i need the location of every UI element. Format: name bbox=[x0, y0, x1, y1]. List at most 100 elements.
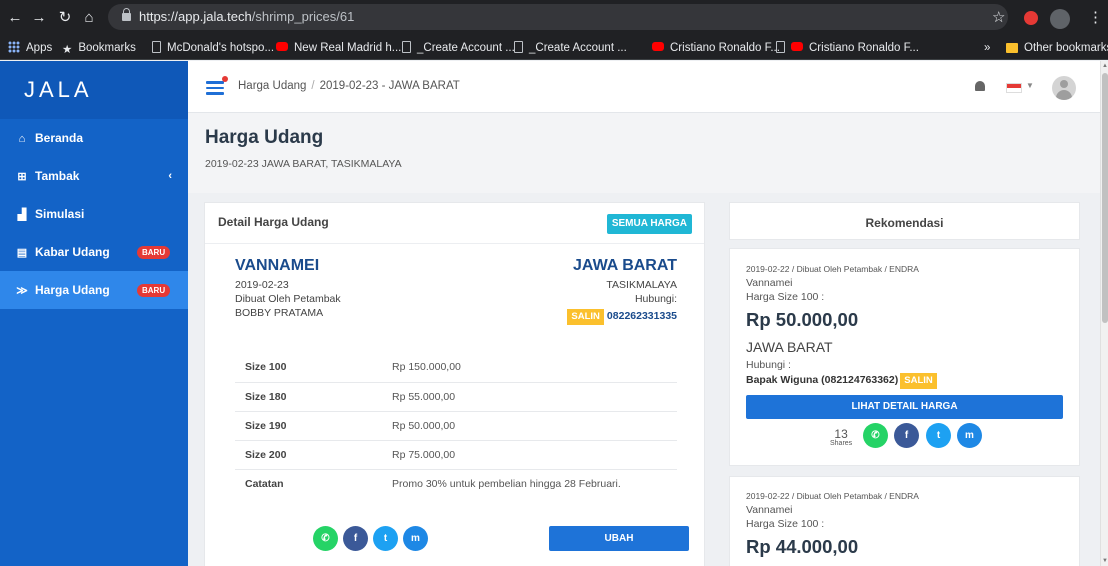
back-arrow-icon[interactable]: ← bbox=[4, 0, 26, 36]
recommendation-header: Rekomendasi bbox=[729, 202, 1080, 240]
extension-icon[interactable] bbox=[1024, 11, 1038, 25]
shares-counter: 13 Shares bbox=[830, 428, 852, 448]
bookmarks-overflow[interactable]: » bbox=[984, 36, 990, 60]
browser-menu-icon[interactable]: ⋮ bbox=[1088, 0, 1103, 36]
bookmark-apps[interactable]: Apps bbox=[8, 36, 52, 60]
sidebar-item-simulasi[interactable]: ▟ Simulasi bbox=[0, 195, 188, 233]
bell-icon[interactable] bbox=[975, 81, 985, 91]
rec-meta: 2019-02-22 / Dibuat Oleh Petambak / ENDR… bbox=[746, 491, 919, 501]
caret-down-icon[interactable]: ▼ bbox=[1026, 81, 1034, 90]
apps-icon bbox=[8, 41, 20, 53]
address-bar[interactable]: https://app.jala.tech/shrimp_prices/61 bbox=[108, 4, 1008, 30]
table-row: Size 190 Rp 50.000,00 bbox=[235, 411, 677, 441]
rec-meta: 2019-02-22 / Dibuat Oleh Petambak / ENDR… bbox=[746, 264, 919, 274]
sidebar-item-label: Simulasi bbox=[35, 207, 85, 221]
page-heading: Harga Udang 2019-02-23 JAWA BARAT, TASIK… bbox=[188, 113, 1100, 193]
shares-count: 13 bbox=[834, 427, 848, 441]
browser-toolbar: ← → ↻ ⌂ https://app.jala.tech/shrimp_pri… bbox=[0, 0, 1108, 36]
sidebar-item-label: Beranda bbox=[35, 131, 84, 145]
table-row: Size 100 Rp 150.000,00 bbox=[235, 353, 677, 383]
bookmark-real-madrid[interactable]: New Real Madrid h... bbox=[276, 36, 401, 60]
rec-region: JAWA BARAT bbox=[746, 339, 833, 355]
bookmark-bookmarks[interactable]: ★ Bookmarks bbox=[62, 36, 136, 60]
sidebar-item-kabar-udang[interactable]: ▤ Kabar Udang BARU bbox=[0, 233, 188, 271]
sidebar-item-label: Harga Udang bbox=[35, 283, 110, 297]
bookmark-cristiano-1[interactable]: Cristiano Ronaldo F... bbox=[652, 36, 780, 60]
size-price: Rp 55.000,00 bbox=[392, 382, 677, 412]
youtube-icon bbox=[652, 42, 664, 51]
all-prices-button[interactable]: SEMUA HARGA bbox=[606, 214, 692, 234]
reload-icon[interactable]: ↻ bbox=[54, 0, 76, 36]
bookmark-create-account-2[interactable]: _Create Account ... bbox=[514, 36, 627, 60]
city-name: TASIKMALAYA bbox=[606, 279, 677, 291]
avatar[interactable] bbox=[1052, 76, 1076, 100]
forward-arrow-icon[interactable]: → bbox=[28, 0, 50, 36]
other-bookmarks[interactable]: Other bookmarks bbox=[1006, 36, 1108, 60]
copy-button[interactable]: SALIN bbox=[567, 309, 604, 325]
messenger-icon[interactable]: m bbox=[403, 526, 428, 551]
url-path: /shrimp_prices/61 bbox=[251, 9, 355, 24]
bookmark-star-icon[interactable]: ☆ bbox=[992, 0, 1005, 36]
farmer-name: BOBBY PRATAMA bbox=[235, 307, 324, 319]
rec-size-label: Harga Size 100 : bbox=[746, 518, 825, 530]
scrollbar-thumb[interactable] bbox=[1102, 73, 1108, 323]
facebook-icon[interactable]: f bbox=[894, 423, 919, 448]
page-scrollbar[interactable]: ▲ ▼ bbox=[1100, 61, 1108, 566]
view-price-detail-button[interactable]: LIHAT DETAIL HARGA bbox=[746, 395, 1063, 419]
rec-contact-name: Bapak Wiguna (082124763362) bbox=[746, 374, 899, 386]
rec-price: Rp 50.000,00 bbox=[746, 309, 859, 330]
rec-species: Vannamei bbox=[746, 277, 793, 289]
edit-button[interactable]: UBAH bbox=[549, 526, 689, 551]
home-nav-icon[interactable]: ⌂ bbox=[78, 0, 100, 36]
twitter-icon[interactable]: t bbox=[373, 526, 398, 551]
indonesia-flag-icon[interactable] bbox=[1006, 83, 1022, 93]
phone-number: 082262331335 bbox=[606, 310, 677, 322]
breadcrumb: Harga Udang/2019-02-23 - JAWA BARAT bbox=[238, 80, 460, 92]
page-icon bbox=[514, 41, 523, 53]
scroll-down-icon[interactable]: ▼ bbox=[1101, 558, 1108, 564]
created-by: Dibuat Oleh Petambak bbox=[235, 293, 341, 305]
notification-dot bbox=[222, 76, 228, 82]
page-icon bbox=[402, 41, 411, 53]
lock-icon bbox=[122, 8, 131, 21]
price-detail-card: Detail Harga Udang SEMUA HARGA VANNAMEI … bbox=[204, 202, 705, 566]
size-label: Size 200 bbox=[235, 440, 392, 470]
bookmark-mcdonalds[interactable]: McDonald's hotspo... bbox=[152, 36, 274, 60]
whatsapp-icon[interactable]: ✆ bbox=[863, 423, 888, 448]
news-icon: ▤ bbox=[16, 247, 28, 259]
card-title: Detail Harga Udang bbox=[218, 215, 329, 229]
twitter-icon[interactable]: t bbox=[926, 423, 951, 448]
size-price: Rp 75.000,00 bbox=[392, 440, 677, 470]
messenger-icon[interactable]: m bbox=[957, 423, 982, 448]
table-row: Catatan Promo 30% untuk pembelian hingga … bbox=[235, 469, 677, 498]
sidebar-item-beranda[interactable]: ⌂ Beranda bbox=[0, 119, 188, 157]
bookmarks-bar: Apps ★ Bookmarks McDonald's hotspo... New… bbox=[0, 36, 1108, 60]
chart-icon: ▟ bbox=[17, 209, 27, 221]
scroll-up-icon[interactable]: ▲ bbox=[1101, 63, 1108, 69]
rec-contact: Bapak Wiguna (082124763362) SALIN bbox=[746, 373, 940, 389]
region-name: JAWA BARAT bbox=[573, 257, 677, 274]
size-label: Size 100 bbox=[235, 353, 392, 383]
size-label: Size 180 bbox=[235, 382, 392, 412]
sidebar-item-label: Tambak bbox=[35, 169, 80, 183]
bookmark-create-account-1[interactable]: _Create Account ... bbox=[402, 36, 515, 60]
price-table: Size 100 Rp 150.000,00 Size 180 Rp 55.000,… bbox=[235, 353, 677, 498]
breadcrumb-link[interactable]: Harga Udang bbox=[238, 80, 306, 92]
size-price: Rp 50.000,00 bbox=[392, 411, 677, 441]
youtube-icon bbox=[276, 42, 288, 51]
app-logo[interactable]: JALA bbox=[0, 61, 188, 119]
note-label: Catatan bbox=[245, 477, 284, 490]
whatsapp-icon[interactable]: ✆ bbox=[313, 526, 338, 551]
grid-icon: ⊞ bbox=[17, 171, 27, 183]
profile-icon[interactable] bbox=[1050, 9, 1070, 29]
menu-toggle-icon[interactable] bbox=[206, 76, 228, 98]
sidebar-item-harga-udang[interactable]: ≫ Harga Udang BARU bbox=[0, 271, 188, 309]
facebook-icon[interactable]: f bbox=[343, 526, 368, 551]
bookmark-cristiano-2[interactable]: Cristiano Ronaldo F... bbox=[776, 36, 919, 60]
recommendation-card: 2019-02-22 / Dibuat Oleh Petambak / ENDR… bbox=[729, 248, 1080, 466]
sidebar-item-tambak[interactable]: ⊞ Tambak ‹ bbox=[0, 157, 188, 195]
sidebar-item-label: Kabar Udang bbox=[35, 245, 110, 259]
page-icon bbox=[776, 41, 785, 53]
folder-icon bbox=[1006, 43, 1018, 53]
copy-button[interactable]: SALIN bbox=[900, 373, 937, 389]
